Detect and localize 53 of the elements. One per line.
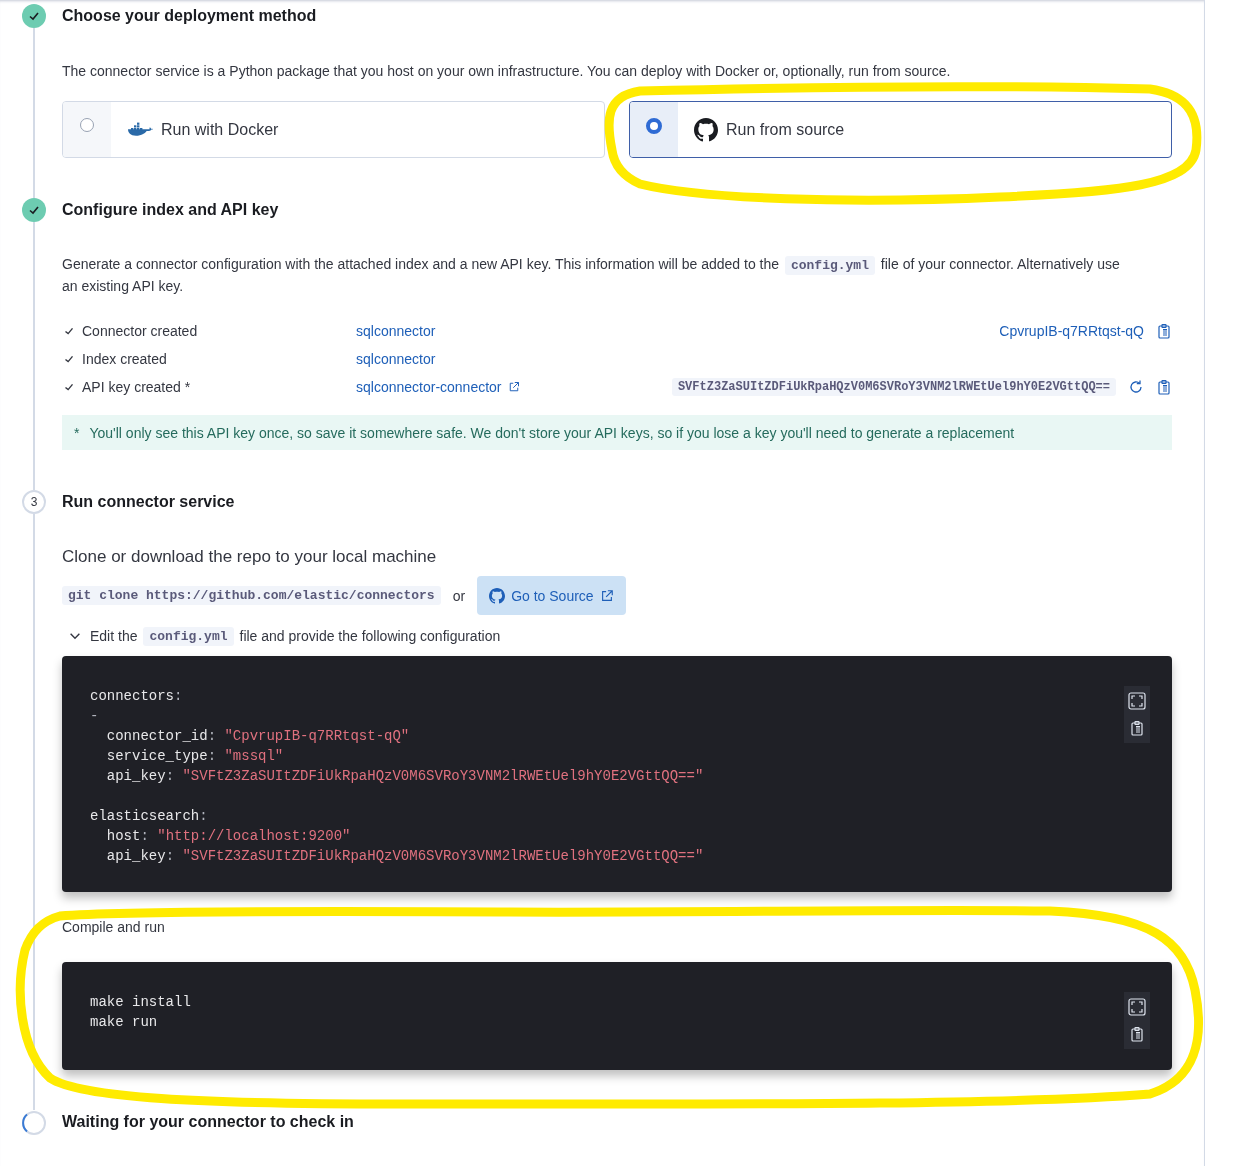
check-icon [22, 198, 46, 222]
step-title: Configure index and API key [62, 200, 280, 220]
status-label: API key created * [82, 379, 191, 395]
asterisk-mark: * [74, 424, 80, 441]
code-line: service_type: "mssql" [105, 747, 285, 766]
fullscreen-icon[interactable] [1128, 998, 1146, 1016]
check-icon [22, 4, 46, 28]
option-card[interactable]: Run from source [629, 101, 1172, 158]
code-line: elasticsearch: [90, 807, 209, 826]
external-link-icon [599, 588, 614, 603]
description-text: The connector service is a Python package that you host on your own infrastructure. You can deploy with Docker or, optionally, run from source. [62, 62, 952, 81]
refresh-icon[interactable] [1128, 379, 1144, 395]
code-line: make run [90, 1013, 159, 1032]
go-to-source-button[interactable]: Go to Source [477, 576, 626, 615]
code-line: host: "http://localhost:9200" [105, 827, 352, 846]
copy-icon[interactable] [1156, 378, 1172, 396]
option-card[interactable]: Run with Docker [62, 101, 605, 158]
inline-code: config.yml [143, 626, 234, 646]
description-text: Generate a connector configuration with the attached index and a new API key. This information will be added to the config.yml file of your connector. Alternatively use an existing API key. [62, 255, 1121, 296]
link[interactable]: sqlconnector [356, 323, 436, 339]
github-icon [489, 587, 506, 604]
code-line: - [90, 707, 100, 726]
link[interactable]: CpvrupIB-q7RRtqst-qQ [999, 323, 1144, 339]
copy-icon[interactable] [1129, 1026, 1145, 1043]
copy-icon[interactable] [1129, 720, 1145, 737]
instruction-text: Compile and run [62, 919, 166, 935]
code-line: make install [90, 993, 191, 1012]
step-title: Run connector service [62, 492, 236, 512]
link[interactable]: sqlconnector [356, 351, 436, 367]
code-line: connector_id: "CpvrupIB-q7RRtqst-qQ" [105, 727, 411, 746]
step-title: Waiting for your connector to check in [62, 1112, 355, 1132]
step-number: 3 [22, 490, 46, 514]
description-text: file and provide the following configuration [239, 627, 501, 646]
code-line: api_key: "SVFtZ3ZaSUItZDFiUkRpaHQzV0M6SVRoY3VNM2lRWEtUel9hY0E2VGttQQ==" [105, 767, 704, 786]
status-label: Index created [82, 351, 167, 367]
description-text: Edit the [90, 627, 138, 646]
fullscreen-icon[interactable] [1128, 692, 1146, 710]
api-key-code: SVFtZ3ZaSUItZDFiUkRpaHQzV0M6SVRoY3VNM2lRWEtUel9hY0E2VGttQQ== [671, 378, 1116, 396]
radio-button[interactable] [646, 118, 662, 134]
step-title: Choose your deployment method [62, 6, 318, 26]
copy-icon[interactable] [1156, 322, 1172, 340]
external-link-icon[interactable] [507, 381, 520, 393]
whale-icon [127, 121, 153, 138]
status-label: Connector created [82, 323, 198, 339]
code-line: connectors: [90, 687, 184, 706]
instruction-text: Clone or download the repo to your local machine [62, 546, 438, 568]
or-text: or [452, 587, 466, 604]
link[interactable]: sqlconnector-connector [356, 379, 502, 395]
git-command-code: git clone https://github.com/elastic/connectors [62, 586, 441, 605]
callout-text: You'll only see this API key once, so save it somewhere safe. We don't store your API keys, so if you lose a key you'll need to generate a replacement [89, 424, 1015, 441]
code-line: api_key: "SVFtZ3ZaSUItZDFiUkRpaHQzV0M6SVRoY3VNM2lRWEtUel9hY0E2VGttQQ==" [105, 847, 704, 866]
github-icon [694, 117, 718, 142]
radio-button[interactable] [80, 118, 94, 132]
